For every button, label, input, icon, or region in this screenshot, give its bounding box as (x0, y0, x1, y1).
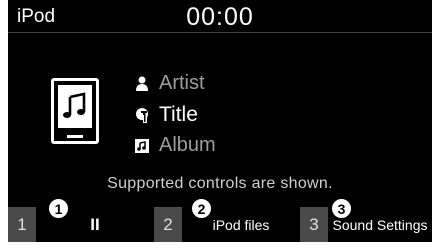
slot-number-2: 2 (154, 207, 182, 242)
callout-1: 1 (48, 198, 69, 219)
home-button-mark (67, 135, 83, 138)
album-row: Album (135, 134, 216, 157)
album-label: Album (159, 134, 216, 156)
person-icon (135, 75, 149, 93)
title-row: Title (135, 103, 198, 127)
status-bar: iPod 00:00 (8, 0, 432, 31)
control-bar: 1 II 2 iPod files 3 Sound Settings (8, 207, 432, 242)
callout-2: 2 (191, 198, 212, 219)
supported-controls-message: Supported controls are shown. (107, 175, 333, 192)
slot-number-1: 1 (8, 207, 36, 242)
source-title: iPod (17, 6, 56, 27)
album-icon (135, 137, 149, 155)
artist-label: Artist (159, 72, 205, 94)
title-icon (135, 106, 149, 124)
callout-3: 3 (331, 198, 352, 219)
artist-row: Artist (135, 72, 205, 95)
now-playing-panel: Artist Title Album Supported controls ar… (8, 31, 432, 207)
ipod-screen: iPod 00:00 Artist Title Album Supported … (0, 0, 438, 248)
album-art (51, 78, 99, 144)
music-note-icon (58, 85, 92, 128)
slot-number-3: 3 (300, 207, 328, 242)
divider (8, 32, 432, 33)
clock: 00:00 (186, 3, 254, 31)
title-label: Title (159, 103, 198, 126)
